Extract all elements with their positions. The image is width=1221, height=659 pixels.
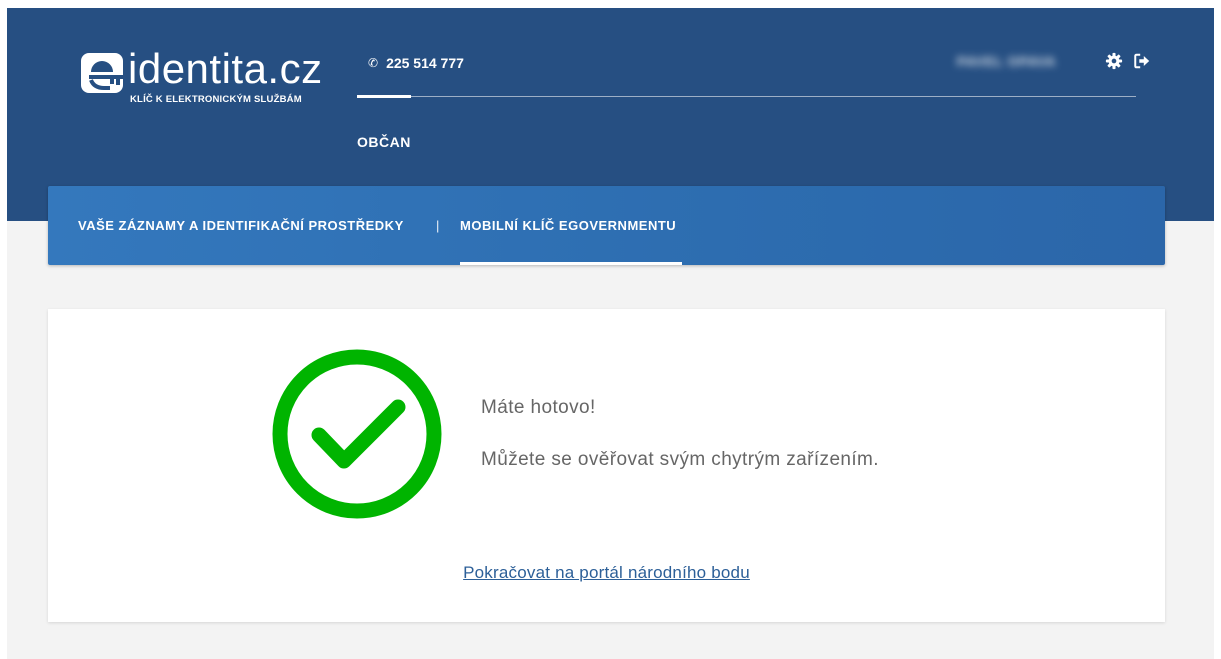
success-title: Máte hotovo! <box>481 397 596 418</box>
nav-item-obcan[interactable]: OBČAN <box>357 134 411 150</box>
subnav-separator: | <box>436 218 440 233</box>
phone-icon: ✆ <box>368 56 379 70</box>
user-name[interactable]: PAVEL OPAVA <box>957 54 1095 69</box>
result-card: Máte hotovo! Můžete se ověřovat svým chy… <box>48 309 1165 622</box>
logo-e-key-icon <box>81 53 123 93</box>
continue-to-portal-link[interactable]: Pokračovat na portál národního bodu <box>463 563 750 582</box>
header-divider <box>357 96 1136 97</box>
active-tab-indicator <box>460 262 682 265</box>
header-active-indicator <box>357 95 411 98</box>
logo-text: identita.cz <box>128 45 323 92</box>
sub-navigation: VAŠE ZÁZNAMY A IDENTIFIKAČNÍ PROSTŘEDKY … <box>48 186 1165 265</box>
site-logo[interactable]: identita.cz KLÍČ K ELEKTRONICKÝM SLUŽBÁM <box>80 45 330 118</box>
user-area: PAVEL OPAVA <box>957 52 1151 70</box>
continue-link-wrapper: Pokračovat na portál národního bodu <box>48 563 1165 583</box>
logo-tagline: KLÍČ K ELEKTRONICKÝM SLUŽBÁM <box>130 94 302 105</box>
success-message: Můžete se ověřovat svým chytrým zařízení… <box>481 449 879 470</box>
tab-records-and-identifiers[interactable]: VAŠE ZÁZNAMY A IDENTIFIKAČNÍ PROSTŘEDKY <box>78 218 404 233</box>
success-check-icon <box>272 349 442 519</box>
tab-mobile-key[interactable]: MOBILNÍ KLÍČ EGOVERNMENTU <box>460 218 676 233</box>
logout-icon[interactable] <box>1133 52 1151 70</box>
phone-number: 225 514 777 <box>386 55 464 71</box>
gear-icon[interactable] <box>1105 52 1123 70</box>
support-phone[interactable]: ✆ 225 514 777 <box>368 55 464 71</box>
